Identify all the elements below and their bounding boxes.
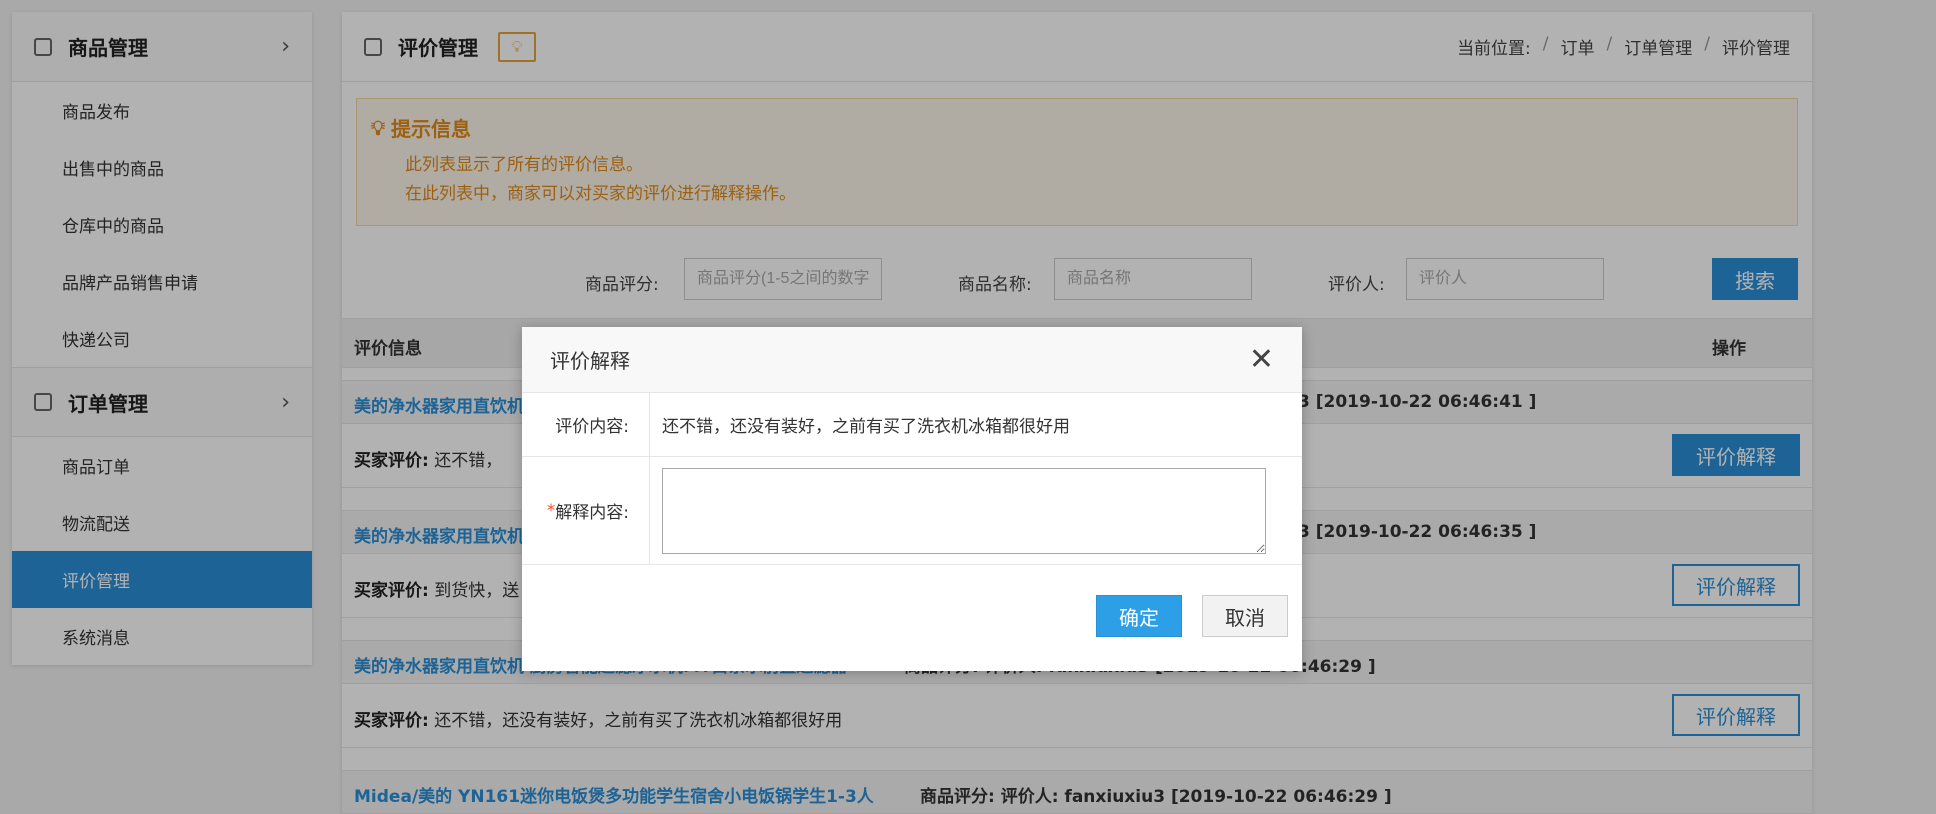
- explain-textarea[interactable]: [662, 467, 1266, 554]
- explain-label: 解释内容:: [555, 503, 629, 523]
- dialog-footer: 确定 取消: [1096, 595, 1288, 637]
- dialog-row-content: 评价内容: 还不错，还没有装好，之前有买了洗衣机冰箱都很好用: [522, 393, 1302, 457]
- dialog-header: 评价解释 ✕: [522, 327, 1302, 393]
- cancel-button[interactable]: 取消: [1202, 595, 1288, 637]
- explain-field-cell: [650, 457, 1302, 564]
- required-marker: *: [546, 500, 556, 521]
- dialog-title: 评价解释: [550, 349, 630, 373]
- dialog-row-explain: * 解释内容:: [522, 457, 1302, 565]
- confirm-button[interactable]: 确定: [1096, 595, 1182, 637]
- close-icon[interactable]: ✕: [1249, 344, 1274, 375]
- explain-label-cell: * 解释内容:: [522, 457, 650, 564]
- review-content-value: 还不错，还没有装好，之前有买了洗衣机冰箱都很好用: [662, 417, 1070, 437]
- review-content-label: 评价内容:: [522, 393, 650, 456]
- explain-dialog: 评价解释 ✕ 评价内容: 还不错，还没有装好，之前有买了洗衣机冰箱都很好用 * 解…: [522, 327, 1302, 671]
